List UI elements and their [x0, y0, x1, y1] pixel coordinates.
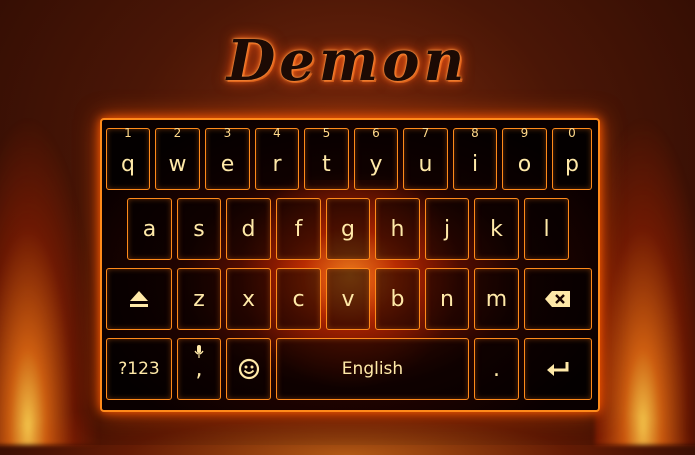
key-label: d: [241, 216, 256, 242]
key-d[interactable]: d: [226, 198, 271, 260]
key-c[interactable]: c: [276, 268, 321, 330]
mic-icon: [178, 345, 220, 359]
key-g[interactable]: g: [326, 198, 370, 260]
key-label: m: [485, 286, 508, 312]
backspace-icon: [544, 290, 572, 308]
key-label: b: [390, 286, 405, 312]
key-u[interactable]: 7 u: [403, 126, 448, 190]
key-label: s: [193, 216, 205, 242]
key-label: z: [193, 286, 205, 312]
keyboard: 1 q 2 w 3 e 4 r 5 t 6 y 7 u 8 i 9 o 0 p …: [100, 118, 600, 412]
key-z[interactable]: z: [177, 268, 221, 330]
key-row-4: ?123 , English .: [102, 338, 598, 400]
enter-icon: [545, 360, 571, 378]
key-label: e: [220, 151, 235, 177]
enter-key[interactable]: [524, 338, 592, 400]
key-label: o: [517, 151, 532, 177]
key-label: a: [142, 216, 157, 242]
key-h[interactable]: h: [375, 198, 420, 260]
key-label: t: [322, 151, 331, 177]
key-hint: 7: [421, 126, 430, 140]
theme-title: Demon: [226, 28, 469, 94]
key-hint: 8: [471, 126, 479, 140]
backspace-key[interactable]: [524, 268, 592, 330]
key-label: l: [543, 216, 550, 242]
key-p[interactable]: 0 p: [552, 126, 592, 190]
key-l[interactable]: l: [524, 198, 569, 260]
key-label: v: [341, 286, 355, 312]
key-a[interactable]: a: [127, 198, 172, 260]
key-hint: 9: [520, 126, 529, 140]
emoji-key[interactable]: [226, 338, 271, 400]
keyboard-theme-screen: { "title": "Demon", "rows": { "row1": [ …: [0, 0, 695, 455]
key-row-1: 1 q 2 w 3 e 4 r 5 t 6 y 7 u 8 i 9 o 0 p: [102, 126, 598, 190]
key-w[interactable]: 2 w: [155, 126, 200, 190]
key-m[interactable]: m: [474, 268, 519, 330]
key-s[interactable]: s: [177, 198, 221, 260]
key-hint: 1: [124, 126, 132, 140]
key-k[interactable]: k: [474, 198, 519, 260]
key-label: f: [294, 216, 303, 242]
key-hint: 5: [322, 126, 331, 140]
key-j[interactable]: j: [425, 198, 469, 260]
key-label: h: [390, 216, 405, 242]
key-label: u: [418, 151, 433, 177]
key-label: y: [369, 151, 383, 177]
key-label: k: [490, 216, 503, 242]
space-key[interactable]: English: [276, 338, 469, 400]
key-label: n: [440, 286, 454, 312]
key-label: j: [443, 216, 451, 242]
symbols-label: ?123: [118, 359, 160, 379]
key-label: p: [565, 151, 579, 177]
key-hint: 4: [273, 126, 281, 140]
key-label: r: [272, 151, 282, 177]
key-hint: 6: [372, 126, 380, 140]
key-row-3: z x c v b n m: [102, 268, 598, 330]
key-y[interactable]: 6 y: [354, 126, 398, 190]
symbols-key[interactable]: ?123: [106, 338, 172, 400]
key-hint: 2: [173, 126, 182, 140]
comma-key[interactable]: ,: [177, 338, 221, 400]
key-label: q: [121, 151, 135, 177]
key-b[interactable]: b: [375, 268, 420, 330]
key-o[interactable]: 9 o: [502, 126, 547, 190]
key-f[interactable]: f: [276, 198, 321, 260]
shift-icon: [128, 289, 150, 309]
period-label: .: [493, 356, 500, 382]
key-t[interactable]: 5 t: [304, 126, 349, 190]
emoji-icon: [238, 358, 260, 380]
key-x[interactable]: x: [226, 268, 271, 330]
shift-key[interactable]: [106, 268, 172, 330]
comma-label: ,: [195, 356, 203, 382]
key-i[interactable]: 8 i: [453, 126, 497, 190]
key-label: i: [471, 151, 479, 177]
period-key[interactable]: .: [474, 338, 519, 400]
space-label: English: [341, 359, 404, 379]
key-label: g: [341, 216, 355, 242]
key-row-2: a s d f g h j k l: [102, 198, 598, 260]
key-r[interactable]: 4 r: [255, 126, 299, 190]
key-label: w: [168, 151, 187, 177]
key-n[interactable]: n: [425, 268, 469, 330]
key-label: c: [292, 286, 305, 312]
key-hint: 0: [568, 126, 576, 140]
key-label: x: [241, 286, 256, 312]
key-e[interactable]: 3 e: [205, 126, 250, 190]
key-hint: 3: [223, 126, 232, 140]
key-q[interactable]: 1 q: [106, 126, 150, 190]
key-v[interactable]: v: [326, 268, 370, 330]
